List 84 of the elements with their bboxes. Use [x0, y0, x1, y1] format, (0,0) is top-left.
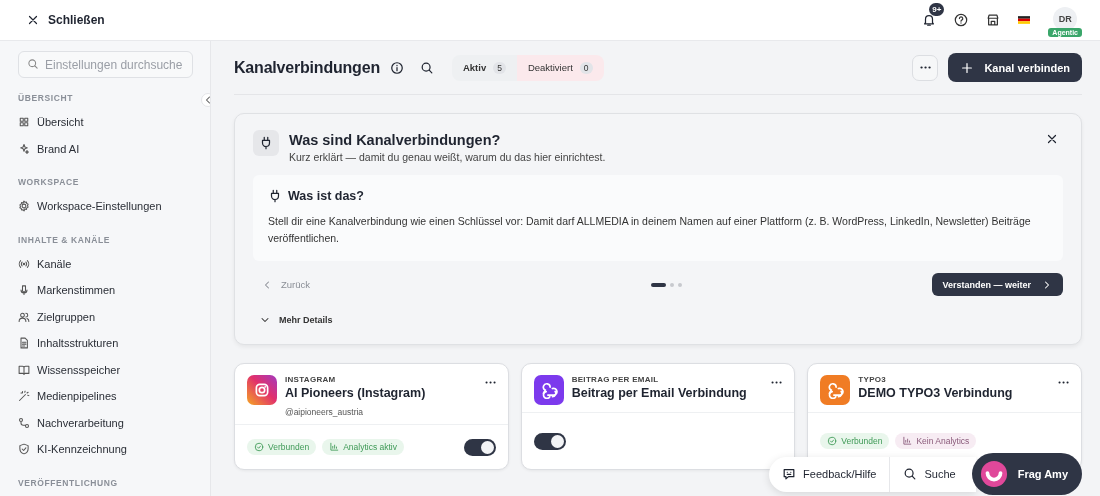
- grid-icon: [18, 116, 30, 129]
- assistant-button[interactable]: Frag Amy: [971, 453, 1082, 495]
- sidebar-item[interactable]: Übersicht: [18, 109, 192, 136]
- wand-icon: [18, 390, 30, 403]
- sidebar-item[interactable]: Medienpipelines: [18, 383, 192, 410]
- more-button[interactable]: [484, 381, 496, 384]
- notifications-button[interactable]: [922, 13, 937, 27]
- assistant-logo-icon: [979, 460, 1008, 488]
- microphone-icon: [18, 284, 30, 297]
- channel-type: TYPO3: [858, 375, 888, 384]
- search-icon: [903, 467, 918, 481]
- section-heading: ÜBERSICHT: [18, 93, 74, 103]
- section-heading: VERÖFFENTLICHUNG: [18, 477, 119, 488]
- step-dot[interactable]: [677, 282, 682, 287]
- plug-icon: [268, 189, 282, 203]
- feedback-button[interactable]: Feedback/Hilfe: [769, 456, 890, 492]
- status-badge: Kein Analytics: [895, 433, 977, 449]
- next-button[interactable]: Verstanden — weiter: [932, 273, 1063, 296]
- page-title: Kanalverbindungen: [234, 58, 380, 77]
- close-button[interactable]: Schließen: [26, 13, 105, 27]
- close-icon: [26, 13, 40, 27]
- sidebar-item[interactable]: KI-Kennzeichnung: [18, 436, 192, 463]
- message-icon: [782, 467, 797, 481]
- document-icon: [18, 337, 30, 350]
- step-title: Was ist das?: [288, 189, 364, 203]
- more-button[interactable]: [1058, 381, 1069, 384]
- notification-count: 9+: [929, 3, 945, 16]
- intro-title: Was sind Kanalverbindungen?: [289, 132, 502, 148]
- book-icon: [18, 363, 30, 376]
- sidebar-item[interactable]: Nachverarbeitung: [18, 409, 192, 436]
- route-icon: [18, 416, 30, 429]
- account-handle: @aipioneers_austria: [285, 407, 365, 417]
- step-text: Stell dir eine Kanalverbindung wie einen Schlüssel vor: Damit darf ALLMEDIA in deinem Namen auf einer Plattform (z. B. WordPress, LinkedIn, Newsletter) Beiträge veröffentlichen.: [268, 214, 1032, 246]
- channel-name: AI Pioneers (Instagram): [285, 386, 427, 400]
- details-toggle[interactable]: Mehr Details: [259, 314, 333, 326]
- more-icon: [484, 381, 496, 384]
- sidebar-item[interactable]: Brand AI: [18, 135, 192, 162]
- plus-icon: [960, 60, 975, 75]
- flag-icon[interactable]: [1018, 16, 1031, 24]
- sparkle-icon: [18, 142, 30, 155]
- broadcast-icon: [18, 257, 30, 270]
- search-field[interactable]: Einstellungen durchsuche: [18, 51, 193, 78]
- sidebar-item[interactable]: Zielgruppen: [18, 303, 192, 330]
- more-icon: [919, 66, 931, 69]
- filter-tab[interactable]: Aktiv 5: [451, 54, 517, 81]
- sidebar-item[interactable]: Kanäle: [18, 250, 192, 277]
- bell-icon: [922, 13, 937, 27]
- users-icon: [18, 310, 30, 323]
- search-icon[interactable]: [419, 60, 434, 75]
- camera-icon: [247, 375, 277, 405]
- gear-icon: [18, 200, 30, 213]
- plug-icon: [253, 130, 279, 156]
- check-circle-icon: [254, 442, 264, 452]
- sidebar-item[interactable]: Inhaltsstrukturen: [18, 330, 192, 357]
- more-icon: [771, 381, 783, 384]
- sidebar-item[interactable]: Workspace-Einstellungen: [18, 193, 192, 220]
- status-badge: Verbunden: [820, 433, 890, 449]
- connect-channel-button[interactable]: Kanal verbinden: [948, 53, 1082, 82]
- intro-subtitle: Kurz erklärt — damit du genau weißt, warum du das hier einrichtest.: [289, 151, 607, 163]
- channel-name: DEMO TYPO3 Verbindung: [858, 386, 1014, 400]
- bar-chart-icon: [902, 436, 913, 446]
- store-icon[interactable]: [986, 13, 1001, 27]
- check-circle-icon: [827, 436, 838, 446]
- close-icon[interactable]: [1045, 132, 1059, 146]
- filter-tab[interactable]: Deaktiviert 0: [516, 54, 604, 81]
- status-badge: Verbunden: [247, 439, 317, 455]
- help-icon[interactable]: [954, 13, 969, 27]
- more-icon: [1058, 381, 1069, 384]
- bar-chart-icon: [329, 442, 340, 452]
- sidebar-item[interactable]: Markenstimmen: [18, 277, 192, 304]
- more-button[interactable]: [771, 381, 783, 384]
- step-dot[interactable]: [669, 282, 674, 287]
- channel-type: INSTAGRAM: [285, 375, 337, 384]
- channel-type: BEITRAG PER EMAIL: [571, 375, 660, 384]
- user-avatar[interactable]: DR: [1053, 7, 1078, 31]
- info-icon[interactable]: [389, 60, 404, 75]
- toggle-switch[interactable]: [533, 432, 566, 450]
- section-heading: INHALTE & KANÄLE: [18, 234, 112, 245]
- status-badge: Analytics aktiv: [322, 439, 404, 455]
- toggle-switch[interactable]: [463, 438, 496, 456]
- section-heading: WORKSPACE: [18, 177, 80, 187]
- sidebar-item[interactable]: Wissensspeicher: [18, 356, 192, 383]
- channel-name: Beitrag per Email Verbindung: [571, 386, 748, 400]
- shield-icon: [18, 443, 30, 456]
